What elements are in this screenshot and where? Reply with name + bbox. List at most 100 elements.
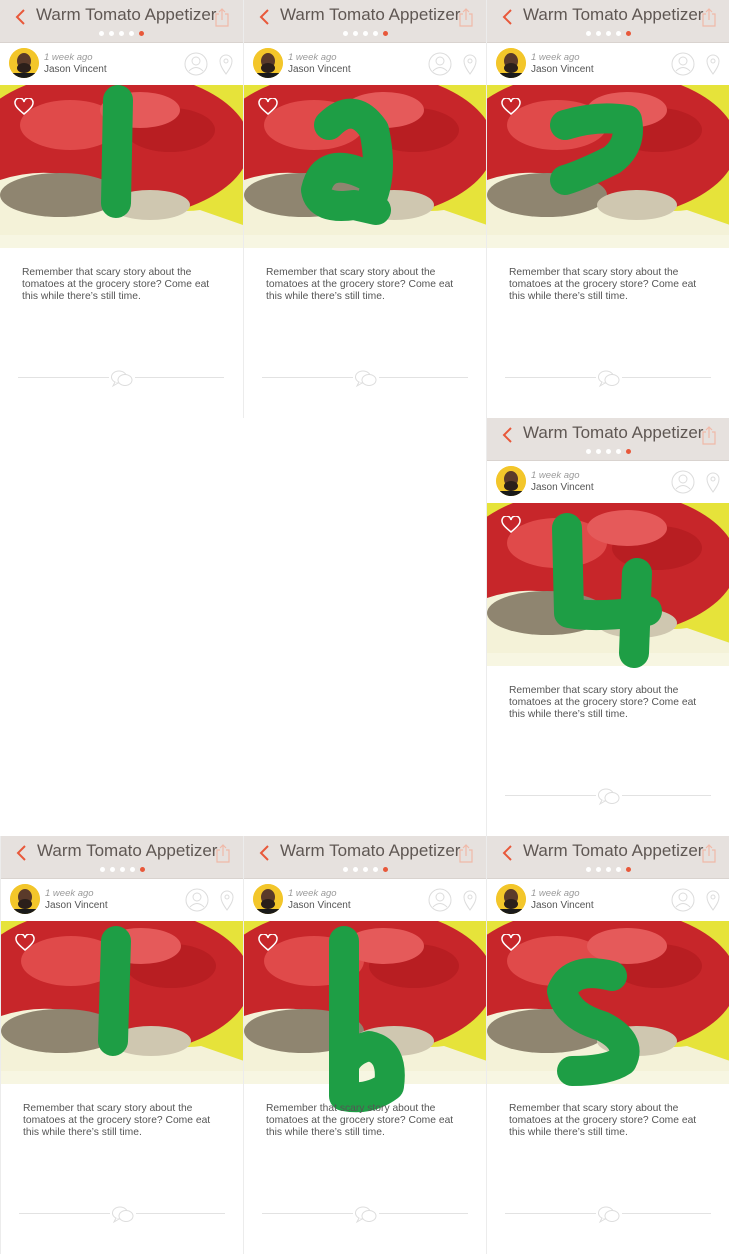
author-row: 1 week ago Jason Vincent [487,462,729,503]
recipe-description: Remember that scary story about the toma… [266,1103,454,1139]
page-indicator [1,867,243,872]
heart-icon[interactable] [501,516,521,534]
location-pin-icon[interactable] [218,53,234,75]
nav-bar: Warm Tomato Appetizer [0,0,243,43]
author-name[interactable]: Jason Vincent [531,482,594,493]
chevron-left-icon [15,9,25,25]
share-button[interactable] [214,842,232,864]
author-name[interactable]: Jason Vincent [531,900,594,911]
profile-icon[interactable] [184,52,208,76]
page-indicator [487,867,729,872]
screen-1: Warm Tomato Appetizer 1 week ago Jason V… [0,0,243,418]
avatar[interactable] [253,884,283,914]
share-button[interactable] [700,6,718,28]
chevron-left-icon [259,9,269,25]
back-button[interactable] [256,842,274,864]
avatar[interactable] [9,48,39,78]
chevron-left-icon [502,9,512,25]
share-button[interactable] [700,424,718,446]
back-button[interactable] [256,6,274,28]
share-button[interactable] [457,842,475,864]
avatar[interactable] [10,884,40,914]
recipe-title: Warm Tomato Appetizer [523,5,704,24]
chevron-left-icon [16,845,26,861]
author-name[interactable]: Jason Vincent [44,64,107,75]
food-photo[interactable] [487,85,729,248]
back-button[interactable] [499,6,517,28]
food-photo[interactable] [487,921,729,1084]
share-button[interactable] [213,6,231,28]
profile-icon[interactable] [428,52,452,76]
profile-icon[interactable] [671,470,695,494]
author-row: 1 week ago Jason Vincent [0,44,243,85]
food-photo[interactable] [244,921,486,1084]
screen-2: Warm Tomato Appetizer 1 week ago Jason V… [243,0,486,418]
food-photo[interactable] [244,85,486,248]
profile-icon[interactable] [671,888,695,912]
recipe-description: Remember that scary story about the toma… [22,267,210,303]
share-button[interactable] [700,842,718,864]
food-photo[interactable] [1,921,243,1084]
screen-7: Warm Tomato Appetizer 1 week ago Jason V… [486,836,729,1254]
location-pin-icon[interactable] [705,889,721,911]
recipe-title: Warm Tomato Appetizer [523,423,704,442]
post-time: 1 week ago [531,52,580,63]
nav-bar: Warm Tomato Appetizer [1,836,243,879]
back-button[interactable] [13,842,31,864]
author-row: 1 week ago Jason Vincent [487,44,729,85]
author-name[interactable]: Jason Vincent [531,64,594,75]
page-indicator [244,867,486,872]
heart-icon[interactable] [501,98,521,116]
heart-icon[interactable] [14,98,34,116]
food-photo[interactable] [487,503,729,666]
post-time: 1 week ago [45,888,94,899]
author-name[interactable]: Jason Vincent [45,900,108,911]
share-button[interactable] [457,6,475,28]
screen-4: Warm Tomato Appetizer 1 week ago Jason V… [486,418,729,836]
comment-bubbles-icon[interactable] [109,368,135,388]
profile-icon[interactable] [185,888,209,912]
screen-6: Warm Tomato Appetizer 1 week ago Jason V… [243,836,486,1254]
share-icon [702,8,716,27]
back-button[interactable] [12,6,30,28]
comment-bubbles-icon[interactable] [110,1204,136,1224]
post-time: 1 week ago [288,888,337,899]
location-pin-icon[interactable] [705,471,721,493]
recipe-title: Warm Tomato Appetizer [37,841,218,860]
back-button[interactable] [499,424,517,446]
nav-bar: Warm Tomato Appetizer [487,0,729,43]
recipe-description: Remember that scary story about the toma… [509,267,697,303]
avatar[interactable] [496,466,526,496]
post-time: 1 week ago [44,52,93,63]
food-photo[interactable] [0,85,243,248]
comment-bubbles-icon[interactable] [353,368,379,388]
avatar[interactable] [496,884,526,914]
comment-bubbles-icon[interactable] [596,1204,622,1224]
author-name[interactable]: Jason Vincent [288,900,351,911]
location-pin-icon[interactable] [219,889,235,911]
page-indicator [0,31,243,36]
share-icon [459,844,473,863]
screen-3: Warm Tomato Appetizer 1 week ago Jason V… [486,0,729,418]
heart-icon[interactable] [258,98,278,116]
heart-icon[interactable] [15,934,35,952]
author-row: 1 week ago Jason Vincent [244,44,486,85]
avatar[interactable] [496,48,526,78]
recipe-title: Warm Tomato Appetizer [523,841,704,860]
chevron-left-icon [502,845,512,861]
profile-icon[interactable] [428,888,452,912]
location-pin-icon[interactable] [462,889,478,911]
location-pin-icon[interactable] [462,53,478,75]
location-pin-icon[interactable] [705,53,721,75]
avatar[interactable] [253,48,283,78]
share-icon [459,8,473,27]
heart-icon[interactable] [258,934,278,952]
comment-bubbles-icon[interactable] [596,368,622,388]
heart-icon[interactable] [501,934,521,952]
profile-icon[interactable] [671,52,695,76]
comment-bubbles-icon[interactable] [596,786,622,806]
nav-bar: Warm Tomato Appetizer [244,836,486,879]
comment-bubbles-icon[interactable] [353,1204,379,1224]
author-name[interactable]: Jason Vincent [288,64,351,75]
back-button[interactable] [499,842,517,864]
